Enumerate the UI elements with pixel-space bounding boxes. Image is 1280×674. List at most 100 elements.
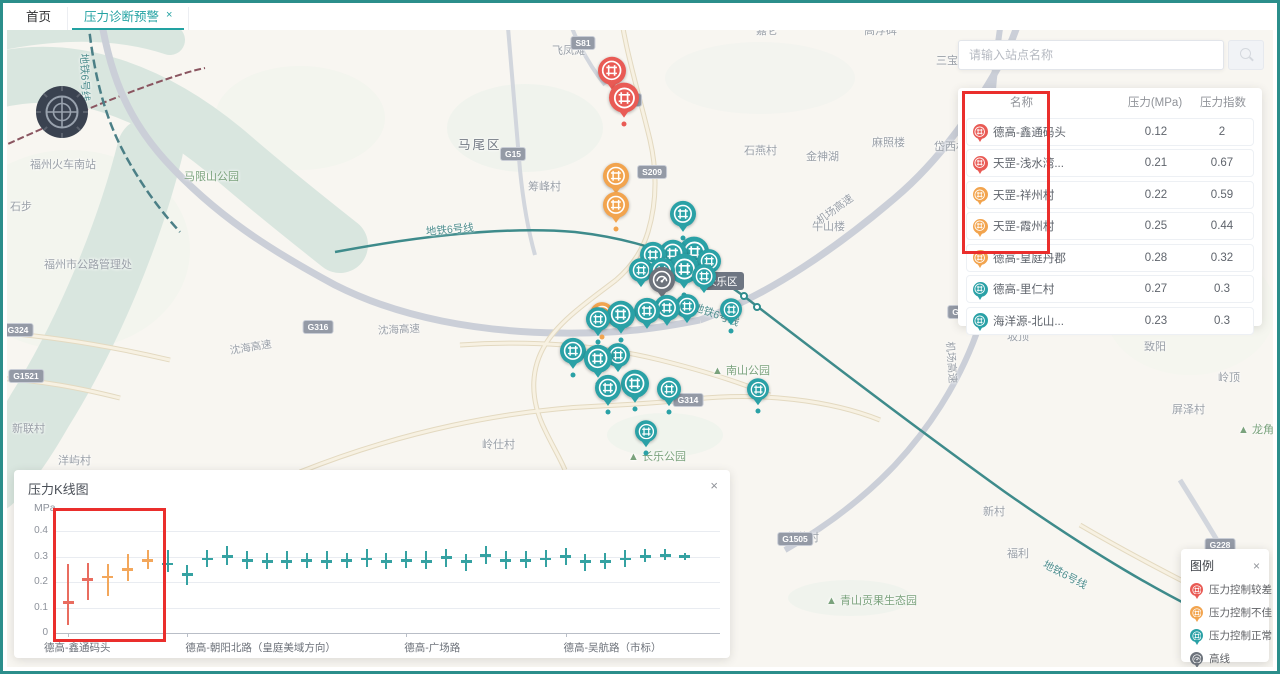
candle-wick[interactable] (107, 564, 109, 596)
kline-chart-title: 压力K线图 (28, 479, 89, 498)
search-icon (1240, 48, 1251, 59)
road-shield: G15 (500, 147, 526, 161)
map-label: 福州火车南站 (30, 156, 96, 172)
header-index: 压力指数 (1192, 94, 1254, 110)
candle-close-bar (560, 555, 571, 558)
candle-wick[interactable] (167, 550, 169, 572)
station-pin-normal[interactable] (634, 298, 660, 324)
candle-close-bar (202, 558, 213, 561)
legend-item-label: 压力控制正常 (1209, 628, 1272, 643)
pin-icon (973, 156, 988, 171)
candle-close-bar (461, 560, 472, 563)
legend-title: 图例 (1190, 557, 1214, 574)
station-pin-normal[interactable] (560, 338, 586, 364)
tab-home[interactable]: 首页 (10, 0, 68, 30)
map-label: 屏泽村 (1172, 401, 1205, 417)
map-label: 新村 (983, 503, 1005, 519)
legend-close-icon[interactable]: × (1253, 559, 1260, 573)
map-label: 新联村 (12, 420, 45, 436)
road-shield: G324 (3, 323, 34, 337)
station-name: 天罡-祥州村 (993, 187, 1121, 203)
station-index: 0.3 (1191, 283, 1253, 295)
station-pin-normal[interactable] (586, 307, 610, 331)
tab-pressure-diagnosis[interactable]: 压力诊断预警 × (68, 0, 189, 30)
station-pin-normal[interactable] (607, 301, 635, 329)
pin-icon (973, 187, 988, 202)
candle-close-bar (500, 559, 511, 562)
candle-close-bar (321, 560, 332, 563)
compass-control[interactable] (35, 85, 89, 139)
station-pin-poor[interactable] (609, 83, 639, 113)
station-pin-normal[interactable] (657, 377, 681, 401)
station-pin-normal[interactable] (621, 370, 649, 398)
station-pin-fair[interactable] (603, 192, 629, 218)
station-pressure: 0.23 (1121, 315, 1191, 327)
road-shield: S81 (570, 36, 595, 50)
candle-wick[interactable] (67, 564, 69, 625)
legend-item: 高线 (1190, 651, 1260, 666)
map-label: 致阳 (1144, 338, 1166, 354)
station-table-header: 名称 压力(MPa) 压力指数 (958, 90, 1262, 114)
app-window: 马尾区长乐区福州火车南站石步马限山公园福州市公路管理处筹峰村飞凤滩嘉仑高浮碑三宝… (0, 0, 1280, 674)
station-pin-normal[interactable] (584, 345, 612, 373)
station-row[interactable]: 德高-皇庭丹郡0.280.32 (966, 244, 1254, 272)
station-pin-normal[interactable] (635, 420, 657, 442)
legend-item-label: 压力控制不佳 (1209, 605, 1272, 620)
station-row[interactable]: 海洋源-北山...0.230.3 (966, 307, 1254, 335)
station-name: 德高-里仁村 (993, 281, 1121, 297)
candle-close-bar (540, 558, 551, 561)
pin-icon (973, 219, 988, 234)
x-tick-label: 德高-朝阳北路（皇庭美域方向） (185, 640, 336, 655)
station-row[interactable]: 天罡-霞州村0.250.44 (966, 212, 1254, 240)
station-pin-normal[interactable] (747, 378, 769, 400)
candle-wick[interactable] (87, 563, 89, 600)
station-pressure: 0.28 (1121, 252, 1191, 264)
candle-close-bar (480, 554, 491, 557)
station-row[interactable]: 天罡-浅水湾...0.210.67 (966, 149, 1254, 177)
search-button[interactable] (1228, 40, 1264, 70)
y-axis-unit: MPa (34, 502, 56, 514)
legend-items: 压力控制较差压力控制不佳压力控制正常高线 (1190, 582, 1260, 666)
station-row[interactable]: 天罡-祥州村0.220.59 (966, 181, 1254, 209)
gridline (54, 608, 720, 609)
tab-active-label: 压力诊断预警 (84, 6, 159, 25)
station-pin-normal[interactable] (720, 298, 742, 320)
map-label: ▲ 南山公园 (712, 362, 770, 378)
candle-close-bar (182, 573, 193, 576)
road-shield: S209 (637, 165, 667, 179)
station-pin-normal[interactable] (595, 375, 621, 401)
station-pin-normal[interactable] (670, 201, 696, 227)
station-dot (596, 340, 601, 345)
legend-panel: 图例 × 压力控制较差压力控制不佳压力控制正常高线 (1181, 549, 1269, 662)
map-label: 机场高速 (943, 341, 961, 384)
candle-close-bar (82, 578, 93, 581)
tab-close-icon[interactable]: × (166, 9, 172, 21)
station-dot (571, 373, 576, 378)
pin-icon (973, 282, 988, 297)
candle-close-bar (421, 560, 432, 563)
candle-close-bar (262, 560, 273, 563)
station-pressure: 0.22 (1121, 189, 1191, 201)
kline-chart-close-icon[interactable]: × (710, 478, 718, 493)
candle-close-bar (441, 556, 452, 559)
candle-close-bar (381, 560, 392, 563)
x-tick-mark (68, 633, 69, 637)
station-pin-fair[interactable] (603, 163, 629, 189)
map-label: 沈海高速 (378, 321, 421, 338)
station-name: 德高-皇庭丹郡 (993, 250, 1121, 266)
candle-close-bar (600, 560, 611, 563)
station-dot (667, 410, 672, 415)
station-row[interactable]: 德高-鑫通码头0.122 (966, 118, 1254, 146)
station-pin-highline[interactable] (649, 267, 675, 293)
gridline (54, 633, 720, 634)
station-pin-normal[interactable] (692, 264, 716, 288)
station-dot (606, 410, 611, 415)
station-pin-poor[interactable] (598, 57, 626, 85)
station-row[interactable]: 德高-里仁村0.270.3 (966, 275, 1254, 303)
x-tick-label: 德高-鑫通码头 (44, 640, 111, 655)
search-input[interactable] (958, 40, 1224, 70)
station-index: 0.3 (1191, 315, 1253, 327)
header-name: 名称 (992, 94, 1118, 110)
road-shield: G1521 (8, 369, 44, 383)
candle-close-bar (122, 568, 133, 571)
